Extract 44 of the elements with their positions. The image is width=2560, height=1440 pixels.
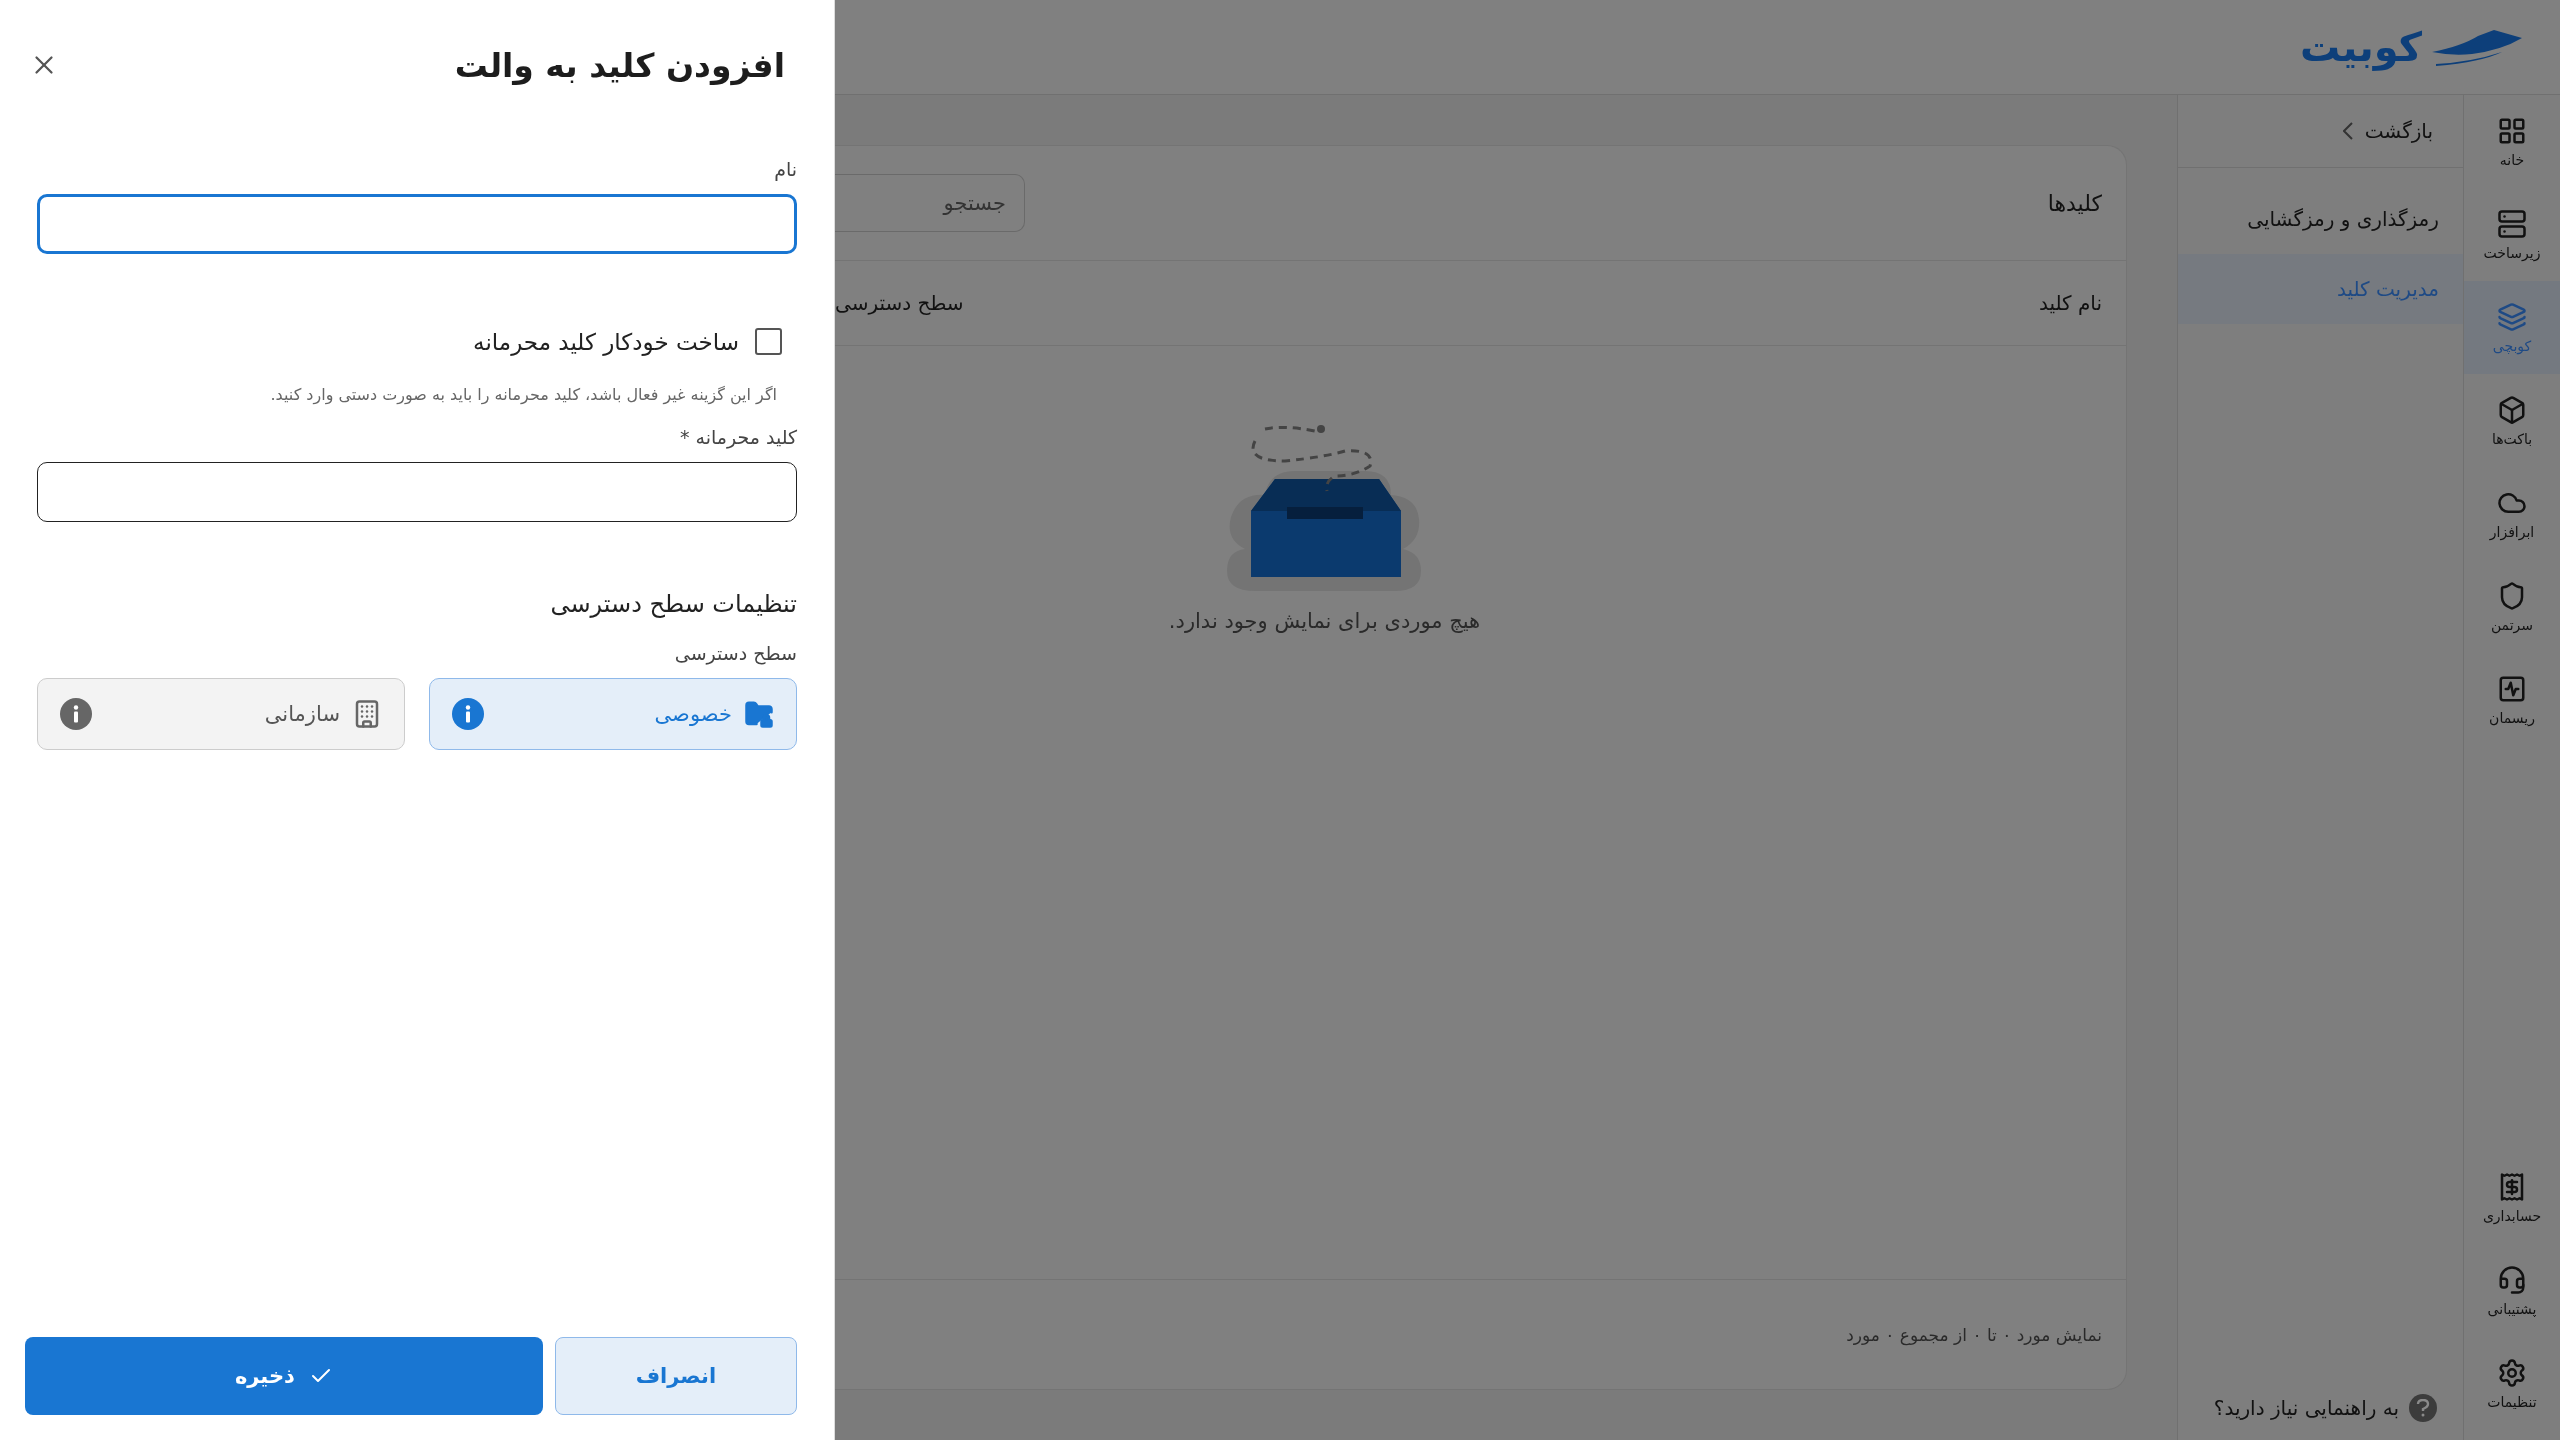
rail-item[interactable]: زیرساخت [2464, 188, 2560, 281]
checkbox-label: ساخت خودکار کلید محرمانه [473, 328, 739, 355]
access-option[interactable]: سازمانی [37, 678, 405, 750]
secret-key-field[interactable] [37, 462, 797, 522]
chevron-icon [2342, 122, 2353, 140]
hint-text: اگر این گزینه غیر فعال باشد، کلید محرمانه را باید به صورت دستی وارد کنید. [269, 385, 778, 404]
field-label: سطح دسترسی [673, 642, 797, 664]
drawer-title: افزودن کلید به والت [454, 45, 785, 85]
cancel-button[interactable]: انصراف [554, 1337, 797, 1415]
save-button[interactable]: ذخیره [25, 1337, 543, 1415]
pagination-summary: نمایش مورد ۰ تا ۰ از مجموع ۰ مورد [1846, 1324, 2102, 1345]
rail-item[interactable]: حسابداری [2464, 1151, 2560, 1244]
rail-item[interactable]: پشتیبانی [2464, 1244, 2560, 1337]
help-text[interactable]: به راهنمایی نیاز دارید؟ [2213, 1396, 2399, 1420]
empty-message: هیچ موردی برای نمایش وجود ندارد. [1168, 609, 1481, 633]
rail-item[interactable]: ابرافزار [2464, 467, 2560, 560]
logo-text: کوبیت [2299, 24, 2422, 70]
rail-item[interactable]: خانه [2464, 95, 2560, 188]
field-label: نام [773, 158, 797, 180]
rail-item[interactable]: ریسمان [2464, 653, 2560, 746]
column-header: سطح دسترسی [835, 291, 964, 315]
card-title: کلیدها [2047, 190, 2102, 216]
rail-item[interactable]: تنظیمات [2464, 1337, 2560, 1430]
rail-item[interactable]: باکت‌ها [2464, 374, 2560, 467]
column-header: نام کلید [2038, 291, 2102, 315]
cube-icon [2497, 394, 2527, 425]
info-icon[interactable] [60, 698, 92, 730]
help-icon[interactable] [2409, 1394, 2437, 1422]
server-icon [2497, 208, 2527, 239]
submenu-item[interactable]: رمزگذاری و رمزگشایی [2178, 184, 2463, 254]
access-option[interactable]: خصوصی [429, 678, 797, 750]
back-link[interactable]: بازگشت [2178, 95, 2463, 168]
name-field[interactable] [37, 194, 797, 254]
search-field[interactable]: جستجو [835, 174, 1025, 232]
settings-icon [2497, 1357, 2527, 1388]
folder-lock-icon [744, 699, 774, 729]
info-icon[interactable] [452, 698, 484, 730]
layers-icon [2497, 301, 2527, 332]
checkbox[interactable] [755, 328, 782, 355]
field-label: کلید محرمانه * [679, 426, 797, 448]
section-title: تنظیمات سطح دسترسی [549, 590, 797, 618]
rail-item[interactable]: سرتمن [2464, 560, 2560, 653]
boat-logo-icon [2432, 28, 2522, 66]
headset-icon [2497, 1264, 2527, 1295]
